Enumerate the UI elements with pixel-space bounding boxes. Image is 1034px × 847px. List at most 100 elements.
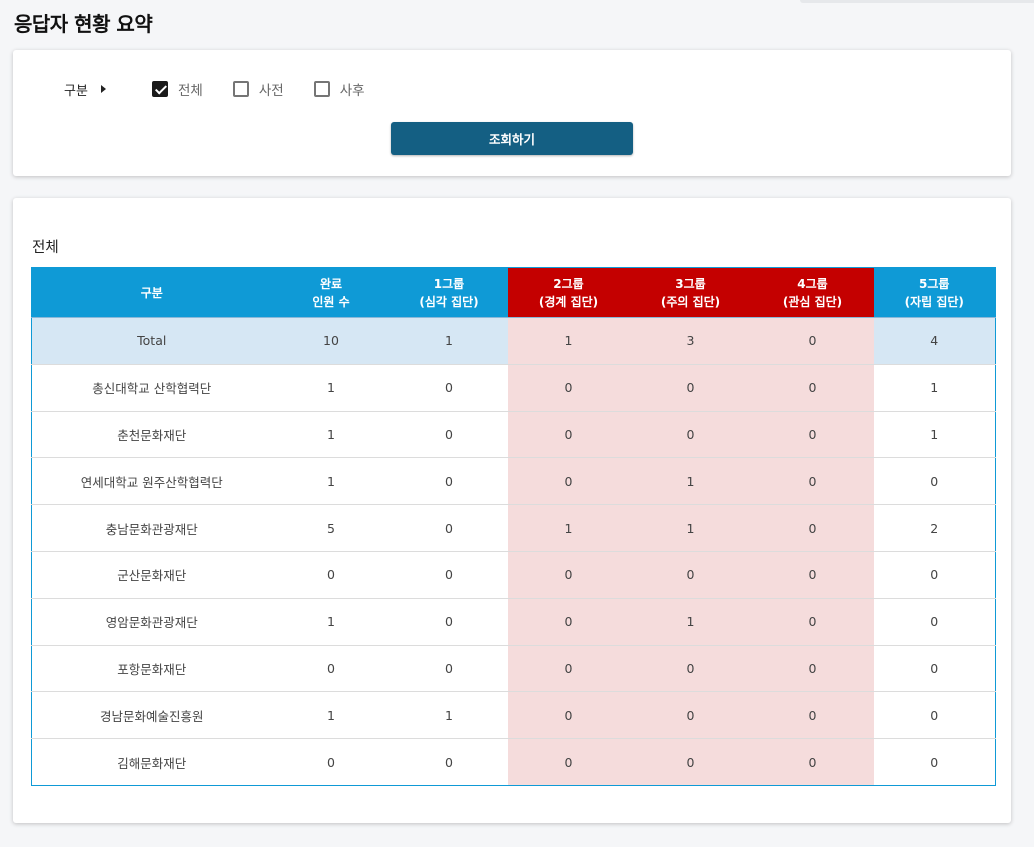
header-group-2: 2그룹 (경계 집단) (507, 267, 630, 318)
cell-group-5: 1 (873, 363, 996, 412)
cell-group-5: 0 (873, 644, 996, 692)
cell-group-5: 4 (873, 317, 996, 365)
cell-group-4: 0 (751, 644, 874, 692)
checkbox-label: 사전 (258, 83, 284, 99)
cell-group-2: 0 (507, 644, 630, 692)
cell-group-2: 0 (507, 597, 630, 646)
cell-group-2: 0 (507, 410, 630, 458)
cell-group-1: 0 (390, 363, 508, 412)
table-row: 경남문화예술진흥원 1 1 0 0 0 0 (31, 691, 996, 739)
cell-group-4: 0 (751, 410, 874, 458)
cell-group-4: 0 (751, 457, 874, 505)
result-card: 전체 구분 완료 인원 수 1그룹 (심각 집단) 2그룹 (경계 집단) 3그룹 (주… (13, 198, 1011, 823)
header-group-5: 5그룹 (자립 집단) (873, 267, 996, 318)
filter-card: 구분 전체 사전 사후 조회하기 (13, 50, 1011, 176)
table-row: 김해문화재단 0 0 0 0 0 0 (31, 738, 996, 786)
table-row: 춘천문화재단 1 0 0 0 0 1 (31, 410, 996, 458)
cell-group-5: 2 (873, 504, 996, 552)
table-row: 총신대학교 산학협력단 1 0 0 0 0 1 (31, 363, 996, 412)
cell-group-3: 0 (629, 410, 752, 458)
cell-name: 포항문화재단 (31, 644, 272, 692)
checkbox-unchecked-icon[interactable] (313, 81, 330, 97)
cell-name: 춘천문화재단 (31, 410, 272, 458)
header-category: 구분 (31, 267, 272, 318)
cell-complete: 1 (271, 457, 391, 505)
checkbox-post[interactable]: 사후 (313, 79, 365, 99)
filter-row: 구분 전체 사전 사후 (64, 78, 395, 100)
cell-group-2: 0 (507, 738, 630, 786)
cell-group-3: 1 (629, 457, 752, 505)
cell-group-1: 0 (390, 550, 508, 599)
table-row: 군산문화재단 0 0 0 0 0 0 (31, 550, 996, 599)
cell-group-5: 0 (873, 550, 996, 599)
cell-group-2: 1 (507, 317, 630, 365)
cell-name: 총신대학교 산학협력단 (31, 363, 272, 412)
cell-group-4: 0 (751, 504, 874, 552)
cell-group-3: 3 (629, 317, 752, 365)
cell-complete: 1 (271, 691, 391, 739)
cell-complete: 10 (271, 317, 391, 365)
cell-complete: 0 (271, 550, 391, 599)
checkbox-label: 전체 (178, 83, 203, 99)
table-row: 포항문화재단 0 0 0 0 0 0 (31, 644, 996, 692)
caret-right-icon (101, 85, 106, 93)
header-group-1: 1그룹 (심각 집단) (390, 267, 508, 318)
cell-group-4: 0 (751, 597, 874, 646)
cell-group-1: 0 (390, 644, 508, 692)
cell-group-3: 0 (629, 644, 752, 692)
cell-group-2: 0 (507, 691, 630, 739)
cell-group-5: 0 (873, 597, 996, 646)
table-row: 영암문화관광재단 1 0 0 1 0 0 (31, 597, 996, 646)
cell-group-4: 0 (751, 363, 874, 412)
cell-group-5: 0 (873, 691, 996, 739)
cell-name: 연세대학교 원주산학협력단 (31, 457, 272, 505)
cell-name: 경남문화예술진흥원 (31, 691, 272, 739)
cell-group-2: 0 (507, 550, 630, 599)
cell-name: Total (31, 317, 272, 365)
cell-name: 군산문화재단 (31, 550, 272, 599)
cell-group-1: 0 (390, 504, 508, 552)
table-row: 연세대학교 원주산학협력단 1 0 0 1 0 0 (31, 457, 996, 505)
cell-name: 충남문화관광재단 (31, 504, 272, 552)
cell-complete: 1 (271, 597, 391, 646)
cell-group-1: 1 (390, 691, 508, 739)
checkbox-checked-icon[interactable] (152, 81, 168, 97)
cell-complete: 5 (271, 504, 391, 552)
checkbox-unchecked-icon[interactable] (232, 81, 249, 97)
cell-complete: 0 (271, 644, 391, 692)
cell-group-3: 1 (629, 504, 752, 552)
cell-name: 김해문화재단 (31, 738, 272, 786)
cell-group-4: 0 (751, 691, 874, 739)
cell-group-4: 0 (751, 550, 874, 599)
cell-group-5: 0 (873, 457, 996, 505)
cell-complete: 1 (271, 410, 391, 458)
cell-group-2: 1 (507, 504, 630, 552)
cell-group-1: 1 (390, 317, 508, 365)
cell-group-5: 1 (873, 410, 996, 458)
table-row-total: Total 10 1 1 3 0 4 (31, 317, 996, 365)
cell-group-1: 0 (390, 597, 508, 646)
cell-group-3: 0 (629, 738, 752, 786)
header-group-4: 4그룹 (관심 집단) (751, 267, 874, 318)
checkbox-label: 사후 (339, 83, 365, 99)
search-button[interactable]: 조회하기 (391, 122, 633, 155)
cell-group-2: 0 (507, 457, 630, 505)
cell-group-1: 0 (390, 410, 508, 458)
cell-group-1: 0 (390, 738, 508, 786)
summary-table: 구분 완료 인원 수 1그룹 (심각 집단) 2그룹 (경계 집단) 3그룹 (주의 집… (31, 267, 996, 786)
top-edge-strip (800, 0, 1034, 3)
header-complete: 완료 인원 수 (271, 267, 391, 318)
cell-complete: 0 (271, 738, 391, 786)
section-title: 전체 (32, 240, 59, 256)
checkbox-pre[interactable]: 사전 (232, 79, 284, 99)
table-row: 충남문화관광재단 5 0 1 1 0 2 (31, 504, 996, 552)
cell-group-4: 0 (751, 317, 874, 365)
table-header-row: 구분 완료 인원 수 1그룹 (심각 집단) 2그룹 (경계 집단) 3그룹 (주의 집… (31, 267, 996, 318)
cell-group-2: 0 (507, 363, 630, 412)
filter-label: 구분 (64, 83, 88, 99)
checkbox-all[interactable]: 전체 (152, 79, 203, 99)
page-title: 응답자 현황 요약 (14, 12, 153, 36)
cell-group-3: 0 (629, 550, 752, 599)
header-group-3: 3그룹 (주의 집단) (629, 267, 752, 318)
cell-name: 영암문화관광재단 (31, 597, 272, 646)
